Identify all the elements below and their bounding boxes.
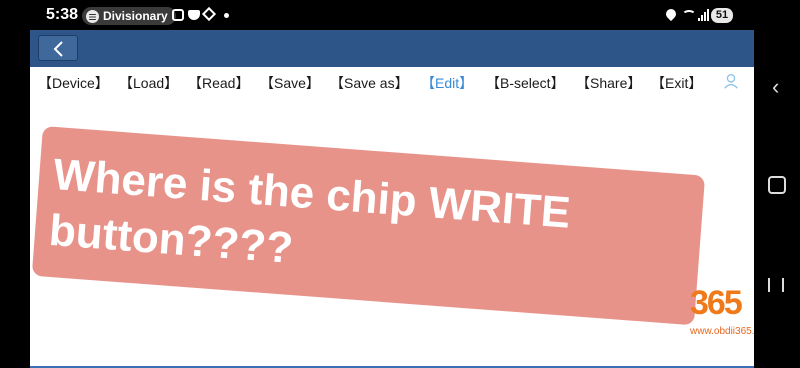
menu-share[interactable]: 【Share】 — [576, 73, 641, 93]
user-icon[interactable] — [722, 72, 740, 90]
menu-save[interactable]: 【Save】 — [260, 73, 320, 93]
screenshot-icon — [172, 9, 184, 21]
notification-icon — [188, 10, 200, 20]
menu-exit[interactable]: 【Exit】 — [651, 73, 702, 93]
system-nav-bar: ‹ — [754, 30, 800, 368]
wifi-icon — [682, 10, 696, 20]
now-playing-chip[interactable]: Divisionary — [82, 7, 176, 25]
location-icon — [663, 6, 679, 22]
menu-edit[interactable]: 【Edit】 — [421, 73, 473, 93]
more-notifications-icon — [224, 13, 229, 18]
nav-back-icon[interactable]: ‹ — [772, 76, 779, 98]
title-bar — [30, 30, 754, 67]
status-time: 5:38 — [46, 6, 79, 23]
annotation-text: Where is the chip WRITE button???? — [47, 149, 573, 274]
app-notification-icon — [201, 6, 217, 22]
back-button[interactable] — [38, 35, 78, 61]
chevron-left-icon — [53, 41, 63, 57]
nav-recents-icon[interactable] — [768, 278, 784, 292]
menu-save-as[interactable]: 【Save as】 — [330, 73, 409, 93]
watermark-logo: 365 — [690, 284, 743, 322]
status-bar: 5:38 Divisionary 51 — [0, 0, 800, 30]
menu-device[interactable]: 【Device】 — [38, 73, 109, 93]
menu-read[interactable]: 【Read】 — [188, 73, 249, 93]
menu-b-select[interactable]: 【B-select】 — [486, 73, 565, 93]
menu-bar: 【Device】 【Load】 【Read】 【Save】 【Save as】 … — [30, 67, 754, 96]
now-playing-label: Divisionary — [103, 9, 168, 23]
spotify-icon — [86, 9, 99, 23]
signal-icon — [698, 9, 710, 21]
nav-home-icon[interactable] — [768, 176, 786, 194]
battery-indicator: 51 — [711, 8, 733, 23]
menu-load[interactable]: 【Load】 — [119, 73, 178, 93]
